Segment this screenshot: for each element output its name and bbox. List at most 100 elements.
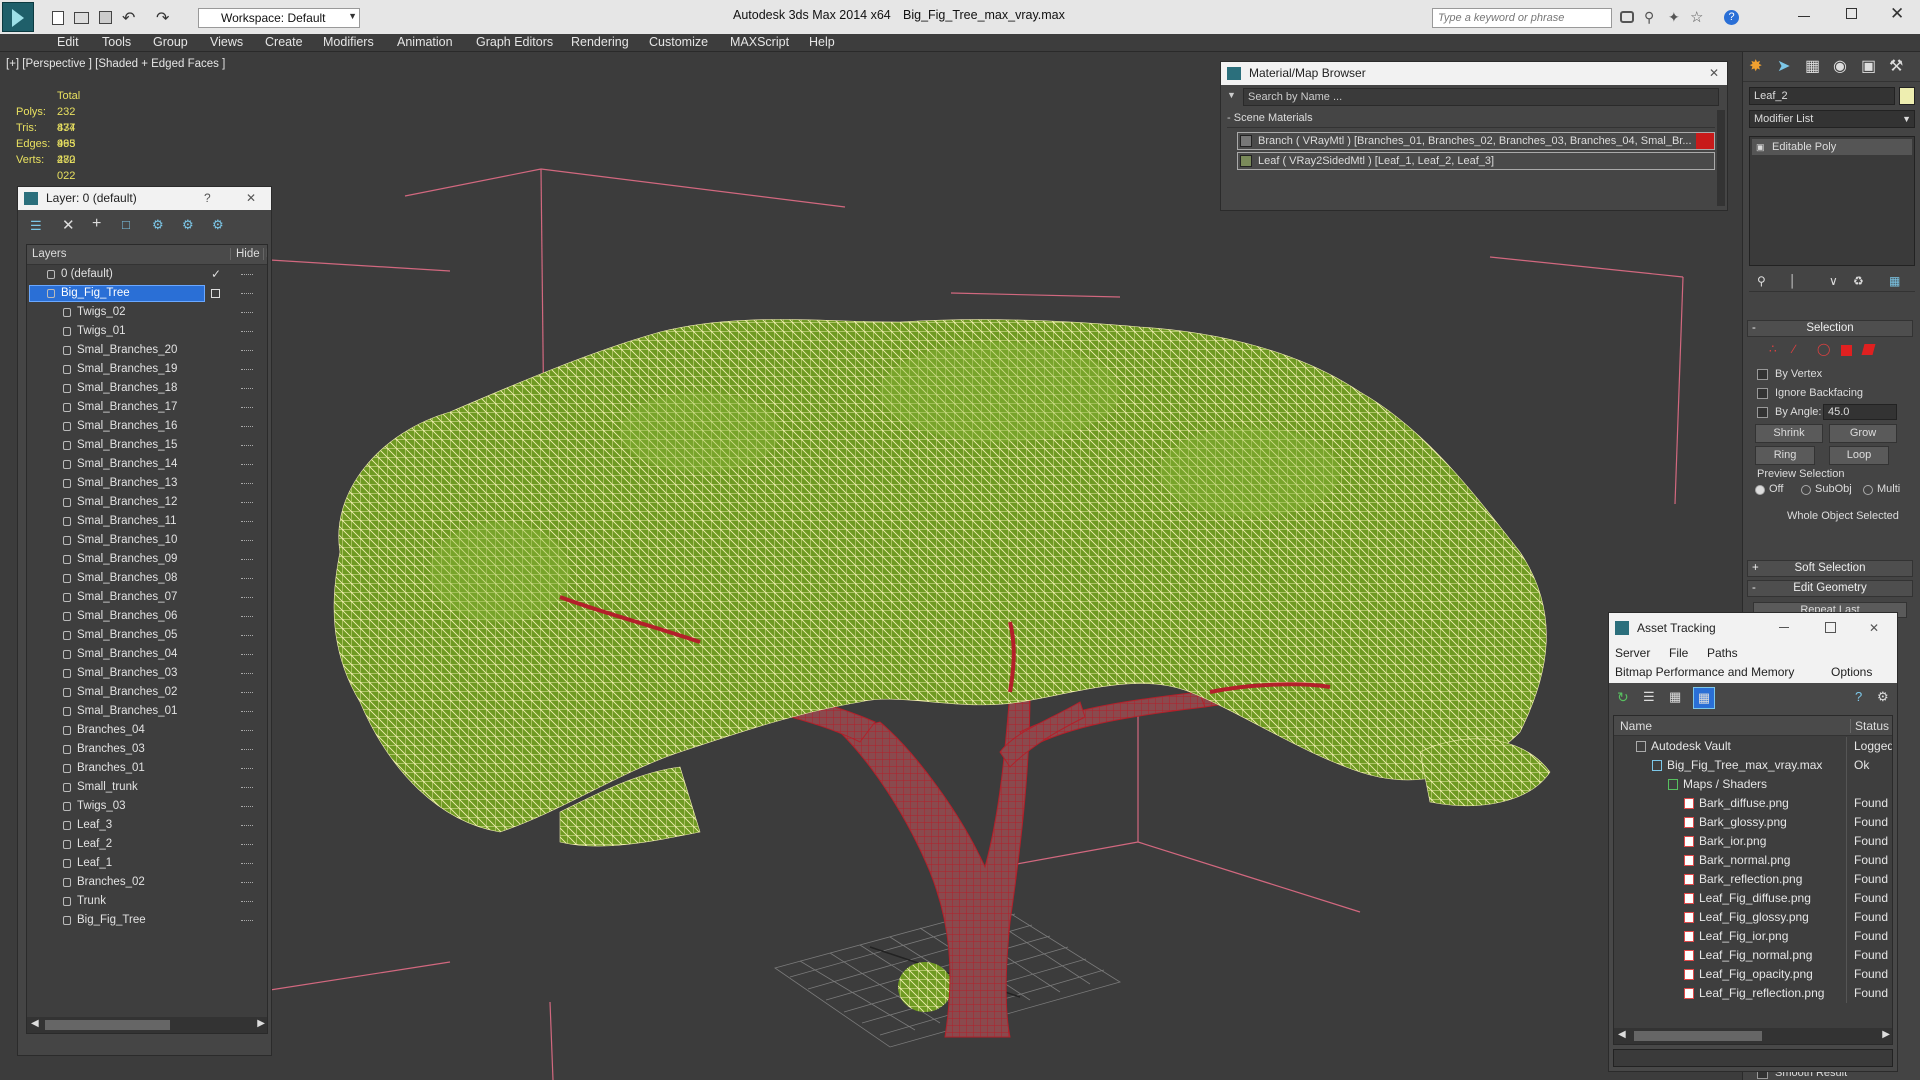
hide-all-icon[interactable]: ⚙ bbox=[182, 217, 194, 233]
modify-tab-icon[interactable]: ➤ bbox=[1777, 56, 1790, 76]
ignore-backfacing-checkbox[interactable] bbox=[1757, 388, 1768, 399]
layer-row[interactable]: Smal_Branches_01 bbox=[27, 702, 267, 721]
hide-toggle[interactable] bbox=[241, 749, 253, 751]
menu-graph-editors[interactable]: Graph Editors bbox=[476, 35, 553, 49]
workspace-dropdown[interactable]: Workspace: Default ▼ bbox=[198, 8, 360, 28]
refresh-icon[interactable]: ↻ bbox=[1617, 689, 1629, 706]
layer-row[interactable]: Smal_Branches_14 bbox=[27, 455, 267, 474]
key-icon[interactable]: ⚲ bbox=[1644, 9, 1654, 26]
layer-row[interactable]: Smal_Branches_02 bbox=[27, 683, 267, 702]
hide-toggle[interactable] bbox=[241, 768, 253, 770]
highlight-layer-icon[interactable]: ⚙ bbox=[152, 217, 164, 233]
menu-views[interactable]: Views bbox=[210, 35, 243, 49]
hide-toggle[interactable] bbox=[241, 407, 253, 409]
grow-button[interactable]: Grow bbox=[1829, 424, 1897, 443]
material-vscroll[interactable] bbox=[1717, 110, 1725, 206]
element-icon[interactable] bbox=[1861, 344, 1876, 355]
hide-toggle[interactable] bbox=[241, 312, 253, 314]
list-view-icon[interactable]: ☰ bbox=[1643, 689, 1655, 705]
layer-row[interactable]: Smal_Branches_19 bbox=[27, 360, 267, 379]
utilities-tab-icon[interactable]: ⚒ bbox=[1889, 56, 1903, 76]
material-browser-titlebar[interactable]: Material/Map Browser ✕ bbox=[1221, 62, 1727, 85]
preview-subobj-radio[interactable] bbox=[1801, 485, 1811, 495]
layer-row[interactable]: Smal_Branches_12 bbox=[27, 493, 267, 512]
layer-row[interactable]: Smal_Branches_03 bbox=[27, 664, 267, 683]
scroll-right-icon[interactable]: ▶ bbox=[257, 1018, 265, 1029]
layer-row[interactable]: Small_trunk bbox=[27, 778, 267, 797]
maximize-button[interactable] bbox=[1846, 8, 1857, 19]
layer-row[interactable]: Big_Fig_Tree bbox=[27, 284, 267, 303]
layer-row[interactable]: Smal_Branches_16 bbox=[27, 417, 267, 436]
layer-row[interactable]: Leaf_1 bbox=[27, 854, 267, 873]
layer-row[interactable]: Smal_Branches_15 bbox=[27, 436, 267, 455]
hide-toggle[interactable] bbox=[241, 369, 253, 371]
hide-toggle[interactable] bbox=[241, 692, 253, 694]
hide-toggle[interactable] bbox=[241, 654, 253, 656]
hide-toggle[interactable] bbox=[241, 635, 253, 637]
asset-row[interactable]: Bark_normal.png Found bbox=[1614, 851, 1892, 870]
layer-row[interactable]: Smal_Branches_04 bbox=[27, 645, 267, 664]
hide-toggle[interactable] bbox=[241, 616, 253, 618]
hide-toggle[interactable] bbox=[241, 559, 253, 561]
new-file-icon[interactable] bbox=[52, 11, 64, 25]
layer-row[interactable]: Smal_Branches_13 bbox=[27, 474, 267, 493]
by-angle-checkbox[interactable] bbox=[1757, 407, 1768, 418]
rollout-soft-selection[interactable]: + Soft Selection bbox=[1747, 560, 1913, 577]
menu-help[interactable]: Help bbox=[809, 35, 835, 49]
hide-toggle[interactable] bbox=[241, 483, 253, 485]
menu-rendering[interactable]: Rendering bbox=[571, 35, 629, 49]
asset-row[interactable]: Autodesk Vault Logged bbox=[1614, 737, 1892, 756]
shrink-button[interactable]: Shrink bbox=[1755, 424, 1823, 443]
thumbnail-view-icon[interactable]: ▦ bbox=[1669, 689, 1681, 705]
col-status[interactable]: Status bbox=[1850, 719, 1889, 733]
asset-row[interactable]: Leaf_Fig_glossy.png Found bbox=[1614, 908, 1892, 927]
set-current-layer-icon[interactable] bbox=[211, 289, 220, 298]
layer-row[interactable]: Branches_04 bbox=[27, 721, 267, 740]
maximize-button[interactable] bbox=[1825, 622, 1836, 633]
layer-row[interactable]: Smal_Branches_20 bbox=[27, 341, 267, 360]
close-icon[interactable]: ✕ bbox=[1869, 613, 1879, 643]
pin-stack-icon[interactable]: ⚲ bbox=[1757, 274, 1766, 288]
hide-toggle[interactable] bbox=[241, 331, 253, 333]
settings-icon[interactable]: ⚙ bbox=[1877, 689, 1889, 705]
scroll-thumb[interactable] bbox=[45, 1020, 170, 1030]
hide-toggle[interactable] bbox=[241, 882, 253, 884]
close-icon[interactable]: ✕ bbox=[1709, 62, 1719, 85]
col-hide[interactable]: Hide bbox=[230, 248, 260, 260]
angle-spinner[interactable]: 45.0 bbox=[1823, 404, 1897, 420]
new-layer-icon[interactable]: ☰ bbox=[30, 218, 42, 234]
layer-row[interactable]: Branches_02 bbox=[27, 873, 267, 892]
asset-row[interactable]: Leaf_Fig_opacity.png Found bbox=[1614, 965, 1892, 984]
menu-edit[interactable]: Edit bbox=[57, 35, 79, 49]
asset-tracking-titlebar[interactable]: Asset Tracking ✕ bbox=[1609, 613, 1897, 643]
app-logo-icon[interactable] bbox=[2, 2, 34, 32]
scene-materials-section[interactable]: - Scene Materials bbox=[1227, 112, 1715, 128]
asset-row[interactable]: Leaf_Fig_normal.png Found bbox=[1614, 946, 1892, 965]
display-tab-icon[interactable]: ▣ bbox=[1861, 56, 1876, 76]
material-item-branch[interactable]: Branch ( VRayMtl ) [Branches_01, Branche… bbox=[1237, 132, 1715, 150]
layer-hscroll[interactable]: ◀ ▶ bbox=[27, 1017, 267, 1033]
layer-row[interactable]: Twigs_03 bbox=[27, 797, 267, 816]
menu-group[interactable]: Group bbox=[153, 35, 188, 49]
vertex-icon[interactable]: ∴ bbox=[1769, 342, 1777, 356]
hide-toggle[interactable] bbox=[241, 274, 253, 276]
make-unique-icon[interactable]: ∨ bbox=[1829, 274, 1838, 288]
menu-maxscript[interactable]: MAXScript bbox=[730, 35, 789, 49]
menu-file[interactable]: File bbox=[1669, 646, 1688, 660]
binoculars-icon[interactable] bbox=[1620, 11, 1634, 23]
scroll-right-icon[interactable]: ▶ bbox=[1882, 1029, 1890, 1040]
select-layer-icon[interactable]: □ bbox=[122, 217, 130, 232]
layer-row[interactable]: Big_Fig_Tree bbox=[27, 911, 267, 930]
rollout-edit-geometry[interactable]: - Edit Geometry bbox=[1747, 580, 1913, 597]
asset-row[interactable]: Leaf_Fig_reflection.png Found bbox=[1614, 984, 1892, 1003]
asset-row[interactable]: Bark_reflection.png Found bbox=[1614, 870, 1892, 889]
layer-manager-titlebar[interactable]: Layer: 0 (default) ? ✕ bbox=[18, 187, 271, 210]
freeze-all-icon[interactable]: ⚙ bbox=[212, 217, 224, 233]
layer-row[interactable]: Smal_Branches_07 bbox=[27, 588, 267, 607]
hide-toggle[interactable] bbox=[241, 578, 253, 580]
col-layers[interactable]: Layers bbox=[32, 248, 67, 260]
layer-row[interactable]: Smal_Branches_11 bbox=[27, 512, 267, 531]
edge-icon[interactable]: ∕ bbox=[1793, 342, 1795, 356]
modifier-list-dropdown[interactable]: Modifier List ▼ bbox=[1749, 110, 1915, 128]
layer-row[interactable]: Smal_Branches_08 bbox=[27, 569, 267, 588]
